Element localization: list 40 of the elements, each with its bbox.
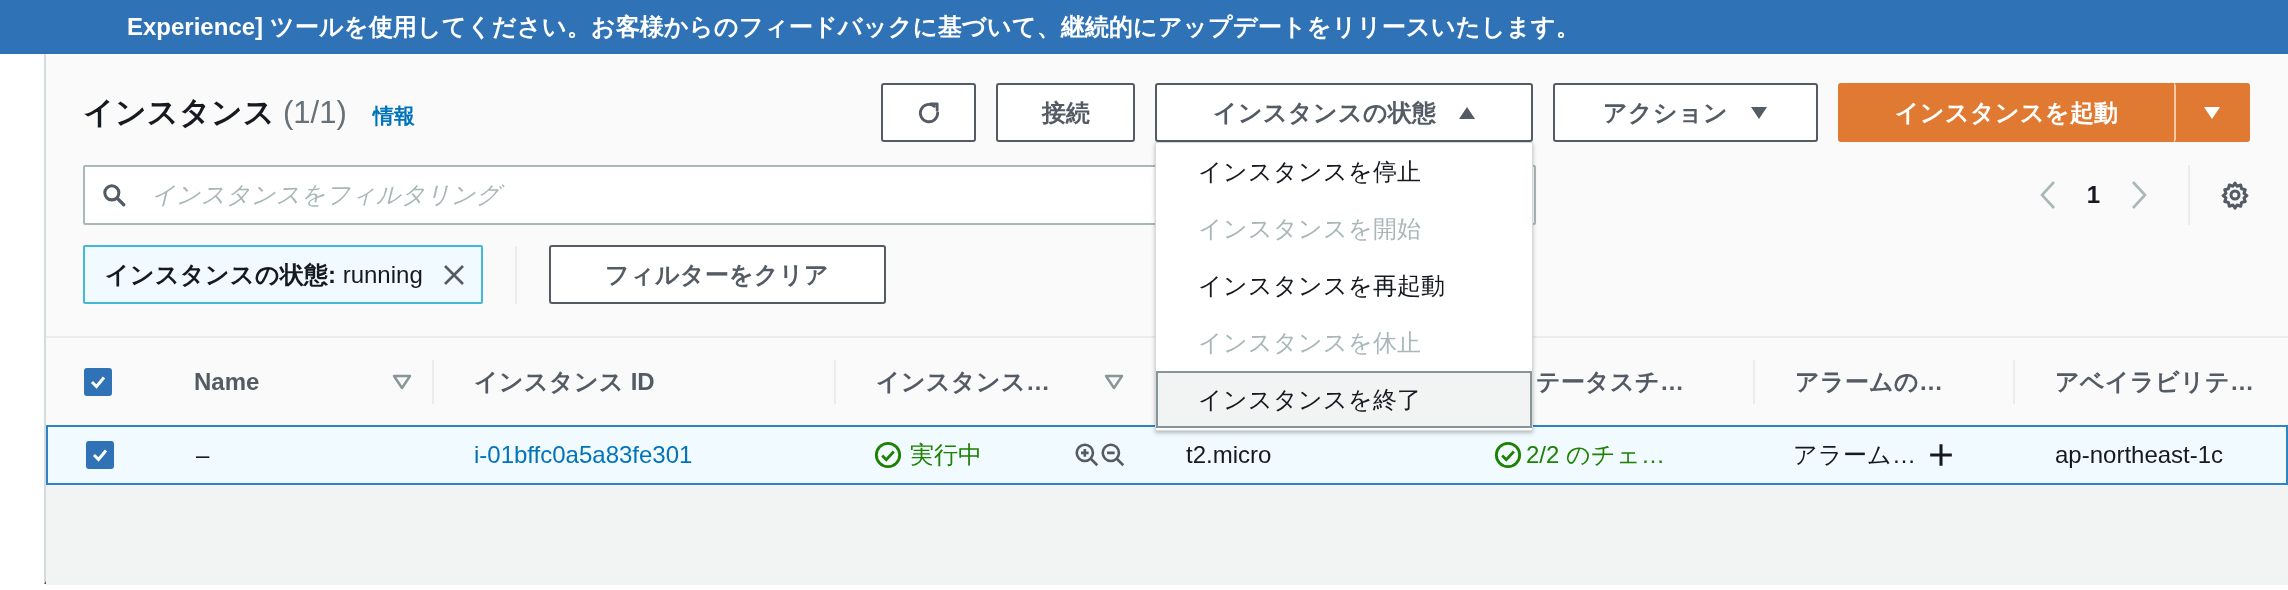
info-link[interactable]: 情報 — [372, 101, 415, 130]
column-header[interactable]: インスタンス ID — [432, 359, 834, 404]
table-cell: – — [196, 441, 210, 469]
page-number[interactable]: 1 — [2086, 181, 2100, 209]
connect-button[interactable]: 接続 — [996, 83, 1135, 142]
plus-icon[interactable] — [1928, 442, 1954, 468]
table-cell: t2.micro — [1186, 441, 1272, 469]
instance-id-link[interactable]: i-01bffc0a5a83fe301 — [474, 441, 693, 469]
status-check-text: 2/2 のチェ… — [1526, 440, 1666, 470]
settings-icon[interactable] — [2220, 180, 2250, 210]
notice-text: Experience] ツールを使用してください。お客様からのフィードバックに基づいて、継続的にアップデートをリリースいたします。 — [126, 12, 1581, 42]
caret-down-icon — [2203, 105, 2221, 120]
status-text: 実行中 — [910, 440, 982, 470]
column-header[interactable]: インスタンス… — [834, 359, 1144, 404]
caret-up-icon — [1457, 105, 1476, 120]
column-header[interactable]: アベイラビリテ… — [2013, 359, 2288, 404]
caret-down-icon — [1750, 105, 1768, 120]
table-row[interactable]: – i-01bffc0a5a83fe301 実行中 t2.micro 2/2 のチェ… アラーム… ap-northeast-1c — [46, 425, 2288, 485]
close-icon[interactable] — [442, 263, 465, 286]
column-header[interactable]: Name — [152, 338, 432, 425]
zoom-in-icon[interactable] — [1074, 442, 1100, 468]
instance-count: (1/1) — [283, 94, 347, 131]
check-circle-icon — [874, 441, 902, 469]
dropdown-button[interactable]: アクション — [1553, 83, 1818, 142]
menu-item[interactable]: インスタンスを終了 — [1156, 371, 1532, 428]
clear-filters-button[interactable]: フィルターをクリア — [548, 245, 886, 304]
dropdown-button[interactable]: インスタンスの状態 — [1155, 83, 1533, 142]
panel-title: インスタンス — [83, 93, 275, 132]
checkbox[interactable] — [86, 441, 114, 469]
refresh-button[interactable] — [881, 83, 976, 142]
check-circle-icon — [1494, 441, 1522, 469]
zoom-out-icon[interactable] — [1100, 442, 1126, 468]
table-cell-text: アラーム… — [1793, 440, 1916, 470]
checkbox[interactable] — [84, 367, 112, 396]
column-header[interactable]: アラームの… — [1753, 359, 2013, 404]
table-cell: ap-northeast-1c — [2055, 441, 2224, 469]
filter-icon[interactable] — [1104, 373, 1124, 390]
menu-item[interactable]: インスタンスを再起動 — [1156, 257, 1532, 314]
filter-icon[interactable] — [392, 373, 412, 390]
filter-text: インスタンスの状態: running — [105, 259, 423, 290]
